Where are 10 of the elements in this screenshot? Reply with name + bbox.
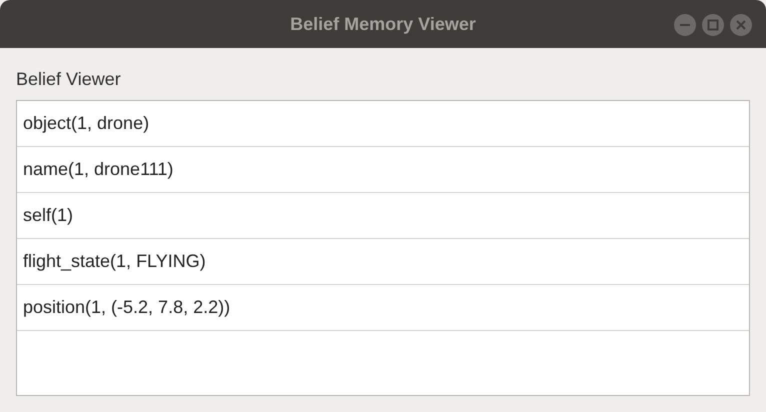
maximize-icon[interactable] (702, 14, 724, 36)
list-item[interactable]: position(1, (-5.2, 7.8, 2.2)) (17, 285, 749, 331)
section-label: Belief Viewer (16, 68, 122, 91)
list-item[interactable]: name(1, drone111) (17, 147, 749, 193)
close-icon[interactable] (730, 14, 752, 36)
list-item[interactable]: flight_state(1, FLYING) (17, 239, 749, 285)
list-item[interactable]: object(1, drone) (17, 101, 749, 147)
minimize-icon[interactable] (674, 14, 696, 36)
list-item[interactable]: self(1) (17, 193, 749, 239)
window-title: Belief Memory Viewer (290, 12, 476, 36)
